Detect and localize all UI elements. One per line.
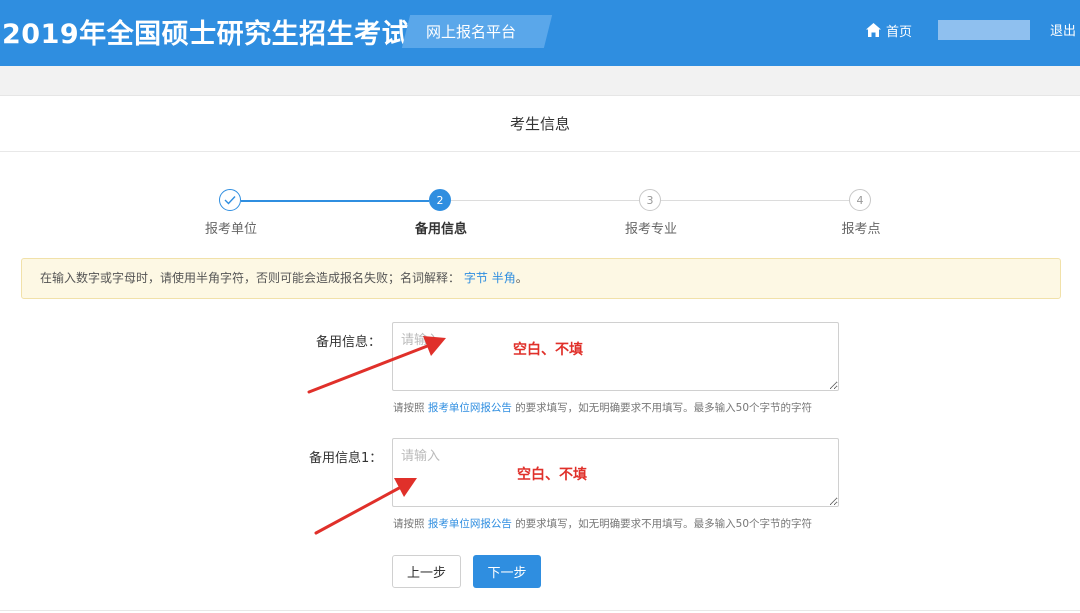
annotation-leave-blank-2: 空白、不填 [517,467,587,483]
previous-step-button[interactable]: 上一步 [392,555,461,588]
home-link-label: 首页 [886,24,913,40]
halfwidth-notice: 在输入数字或字母时，请使用半角字符，否则可能会造成报名失败；名词解释： 字节 半… [21,258,1061,299]
notice-link-halfwidth[interactable]: 半角 [492,271,516,285]
backup-info-label: 备用信息： [316,335,382,350]
site-title: 2019年全国硕士研究生招生考试 [2,19,410,50]
annotation-leave-blank-1: 空白、不填 [513,342,583,358]
user-name-redacted [938,20,1030,40]
step-connector-1 [241,200,429,202]
step-2-label: 备用信息 [414,222,468,237]
home-icon [866,23,881,37]
step-2-circle: 2 [429,189,451,211]
home-link[interactable]: 首页 [866,20,912,40]
backup-info-1-label: 备用信息1： [309,451,383,466]
step-4-label: 报考点 [841,222,881,237]
section-title: 考生信息 [0,96,1080,152]
hint-suffix: 的要求填写，如无明确要求不用填写。最多输入50个字节的字符 [515,518,813,530]
announcement-link[interactable]: 报考单位网报公告 [428,518,512,530]
logout-link[interactable]: 退出 [1050,20,1076,39]
next-step-button[interactable]: 下一步 [473,555,541,588]
backup-info-hint: 请按照 报考单位网报公告 的要求填写，如无明确要求不用填写。最多输入50个字节的… [393,400,812,415]
notice-suffix: 。 [515,271,528,285]
step-1-check-icon [219,189,241,211]
hint-prefix: 请按照 [393,518,425,530]
notice-text: 在输入数字或字母时，请使用半角字符，否则可能会造成报名失败；名词解释： [40,271,461,285]
step-3-label: 报考专业 [624,222,678,237]
step-connector-3 [661,200,849,201]
notice-link-byte[interactable]: 字节 [464,271,488,285]
platform-tag-label: 网上报名平台 [426,23,517,41]
check-icon [224,196,236,205]
hint-suffix: 的要求填写，如无明确要求不用填写。最多输入50个字节的字符 [515,402,813,414]
hint-prefix: 请按照 [393,402,425,414]
step-1-label: 报考单位 [204,222,258,237]
backup-info-1-hint: 请按照 报考单位网报公告 的要求填写，如无明确要求不用填写。最多输入50个字节的… [393,516,812,531]
bottom-divider [0,610,1080,611]
announcement-link[interactable]: 报考单位网报公告 [428,402,512,414]
step-3-circle: 3 [639,189,661,211]
backup-info-input[interactable] [392,322,839,391]
step-connector-2 [451,200,639,201]
step-4-circle: 4 [849,189,871,211]
backup-info-1-input[interactable] [392,438,839,507]
top-header: 2019年全国硕士研究生招生考试 网上报名平台 首页 退出 [0,0,1080,66]
sub-header-band [0,66,1080,96]
